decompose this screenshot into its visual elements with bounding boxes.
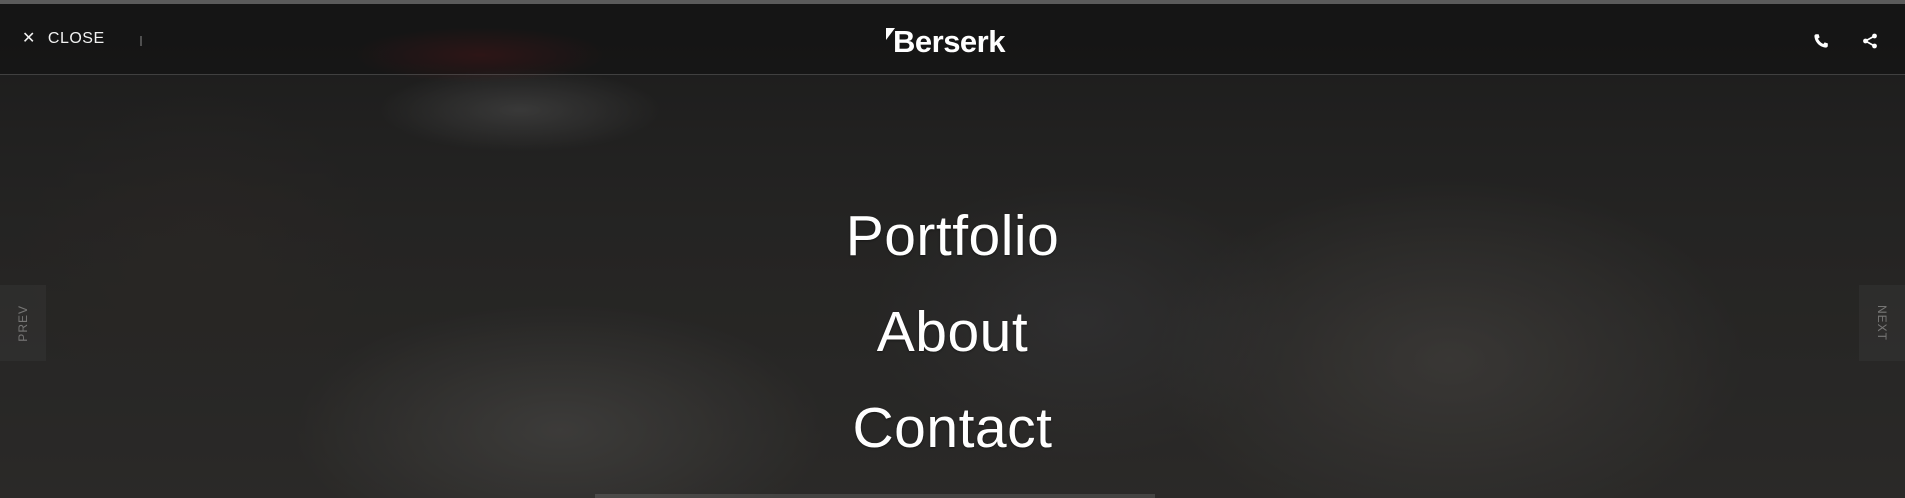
logo-text: Berserk	[893, 24, 1005, 59]
close-label: CLOSE	[47, 30, 105, 47]
phone-icon	[1814, 34, 1828, 48]
header-divider	[140, 36, 142, 46]
menu-item-contact[interactable]: Contact	[853, 380, 1053, 476]
share-button[interactable]	[1859, 30, 1881, 52]
brand-logo[interactable]: Berserk	[886, 24, 1005, 60]
menu-item-portfolio[interactable]: Portfolio	[846, 188, 1060, 284]
menu-overlay: ✕ CLOSE Berserk PREV NEXT Portfolio Abou…	[0, 0, 1905, 498]
share-icon	[1863, 33, 1877, 49]
close-button[interactable]: ✕ CLOSE	[22, 30, 105, 48]
close-icon: ✕	[22, 30, 36, 47]
logo-mark-icon	[886, 28, 895, 40]
phone-button[interactable]	[1810, 30, 1832, 52]
menu-item-about[interactable]: About	[877, 284, 1028, 380]
overlay-header: ✕ CLOSE Berserk	[0, 4, 1905, 75]
main-menu: Portfolio About Contact	[0, 188, 1905, 476]
bottom-scroll-strip	[595, 494, 1155, 498]
